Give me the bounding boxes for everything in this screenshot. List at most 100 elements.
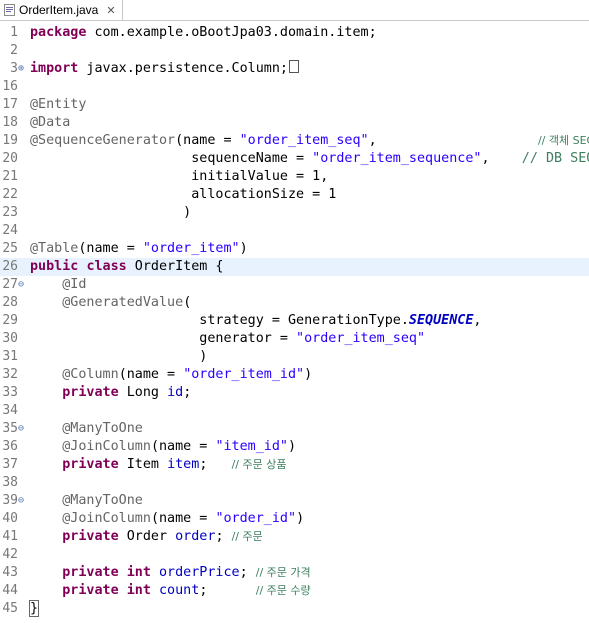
code-text: @Id	[62, 277, 87, 292]
line-number: 31	[2, 349, 18, 364]
code-text: private Long id;	[62, 385, 192, 400]
line-number: 25	[2, 241, 18, 256]
fold-toggle-icon[interactable]: ⊖	[18, 420, 28, 438]
line-number: 45	[2, 601, 18, 616]
line-number: 21	[2, 169, 18, 184]
code-line[interactable]: 44 private int count; // 주문 수량	[0, 582, 589, 600]
code-line[interactable]: 25 @Table(name = "order_item")	[0, 240, 589, 258]
code-editor[interactable]: 1 package com.example.oBootJpa03.domain.i…	[0, 24, 589, 623]
line-number: 23	[2, 205, 18, 220]
line-number: 34	[2, 403, 18, 418]
line-number: 36	[2, 439, 18, 454]
code-line[interactable]: 40 @JoinColumn(name = "order_id")	[0, 510, 589, 528]
line-number: 27	[2, 277, 18, 292]
line-number: 3	[10, 61, 18, 76]
line-number: 26	[2, 259, 18, 274]
fold-toggle-icon[interactable]: ⊖	[18, 492, 28, 510]
code-text: initialValue = 1,	[30, 169, 329, 184]
code-line[interactable]: 45}	[0, 600, 589, 618]
code-line[interactable]: 28 @GeneratedValue(	[0, 294, 589, 312]
code-text: @SequenceGenerator(name = "order_item_se…	[30, 133, 589, 148]
editor-tab-bar: OrderItem.java ✕	[0, 0, 589, 21]
code-line[interactable]: 41 private Order order; // 주문	[0, 528, 589, 546]
line-number: 37	[2, 457, 18, 472]
code-line[interactable]: 39 ⊖ @ManyToOne	[0, 492, 589, 510]
code-text: )	[30, 349, 208, 364]
code-line[interactable]: 37 private Item item; // 주문 상품	[0, 456, 589, 474]
code-text: private int count; // 주문 수량	[62, 583, 311, 598]
code-text: @ManyToOne	[62, 421, 143, 436]
code-text: generator = "order_item_seq"	[30, 331, 426, 346]
line-number: 39	[2, 493, 18, 508]
line-number: 41	[2, 529, 18, 544]
code-line[interactable]: 34	[0, 402, 589, 420]
code-line[interactable]: 19 @SequenceGenerator(name = "order_item_…	[0, 132, 589, 150]
code-line[interactable]: 1 package com.example.oBootJpa03.domain.i…	[0, 24, 589, 42]
code-text: @Data	[30, 115, 71, 130]
close-icon[interactable]: ✕	[106, 4, 115, 17]
line-number: 29	[2, 313, 18, 328]
code-text: @GeneratedValue(	[62, 295, 192, 310]
line-number: 24	[2, 223, 18, 238]
code-line[interactable]: 23 )	[0, 204, 589, 222]
code-line[interactable]: 31 )	[0, 348, 589, 366]
code-line[interactable]: 43 private int orderPrice; // 주문 가격	[0, 564, 589, 582]
code-text: sequenceName = "order_item_sequence", //…	[30, 151, 589, 166]
code-text: @Entity	[30, 97, 87, 112]
line-number: 35	[2, 421, 18, 436]
code-line[interactable]: 2	[0, 42, 589, 60]
code-line[interactable]: 20 sequenceName = "order_item_sequence",…	[0, 150, 589, 168]
tab-orderitem-java[interactable]: OrderItem.java ✕	[0, 0, 123, 20]
line-number: 22	[2, 187, 18, 202]
code-text: @JoinColumn(name = "item_id")	[62, 439, 297, 454]
code-line[interactable]: 36 @JoinColumn(name = "item_id")	[0, 438, 589, 456]
code-text: private Order order; // 주문	[62, 529, 263, 544]
code-text: )	[30, 205, 192, 220]
line-number: 16	[2, 79, 18, 94]
code-line[interactable]: 30 generator = "order_item_seq"	[0, 330, 589, 348]
code-line[interactable]: 29 strategy = GenerationType.SEQUENCE,	[0, 312, 589, 330]
code-text: @Table(name = "order_item")	[30, 241, 248, 256]
code-text: private Item item; // 주문 상품	[62, 457, 287, 472]
code-line[interactable]: 22 allocationSize = 1	[0, 186, 589, 204]
code-line[interactable]: 42	[0, 546, 589, 564]
code-text: import javax.persistence.Column;	[30, 60, 299, 78]
line-number: 17	[2, 97, 18, 112]
code-line[interactable]: 24	[0, 222, 589, 240]
line-number: 28	[2, 295, 18, 310]
line-number: 42	[2, 547, 18, 562]
line-number: 2	[10, 43, 18, 58]
code-text: @ManyToOne	[62, 493, 143, 508]
line-number: 30	[2, 331, 18, 346]
code-line[interactable]: 26 public class OrderItem {	[0, 258, 589, 276]
fold-toggle-icon[interactable]: ⊖	[18, 276, 28, 294]
line-number: 44	[2, 583, 18, 598]
code-line[interactable]: 18 @Data	[0, 114, 589, 132]
code-line[interactable]: 35 ⊖ @ManyToOne	[0, 420, 589, 438]
code-line[interactable]: 33 private Long id;	[0, 384, 589, 402]
code-line[interactable]: 32 @Column(name = "order_item_id")	[0, 366, 589, 384]
code-text: strategy = GenerationType.SEQUENCE,	[30, 313, 482, 328]
code-line[interactable]: 17 @Entity	[0, 96, 589, 114]
java-file-icon	[4, 4, 15, 16]
line-number: 33	[2, 385, 18, 400]
code-text: }	[28, 600, 40, 617]
code-line[interactable]: 3 ⊕ import javax.persistence.Column;	[0, 60, 589, 78]
code-text: @Column(name = "order_item_id")	[62, 367, 313, 382]
line-number: 43	[2, 565, 18, 580]
code-line[interactable]: 21 initialValue = 1,	[0, 168, 589, 186]
line-number: 32	[2, 367, 18, 382]
code-line[interactable]: 38	[0, 474, 589, 492]
code-line[interactable]: 27 ⊖ @Id	[0, 276, 589, 294]
code-text: package com.example.oBootJpa03.domain.it…	[30, 25, 377, 40]
code-line[interactable]: 16	[0, 78, 589, 96]
line-number: 1	[10, 25, 18, 40]
code-text: private int orderPrice; // 주문 가격	[62, 565, 311, 580]
line-number: 19	[2, 133, 18, 148]
code-text: allocationSize = 1	[30, 187, 337, 202]
fold-toggle-icon[interactable]: ⊕	[18, 60, 28, 78]
tab-label: OrderItem.java	[19, 3, 99, 17]
code-text: @JoinColumn(name = "order_id")	[62, 511, 305, 526]
line-number: 18	[2, 115, 18, 130]
line-number: 40	[2, 511, 18, 526]
